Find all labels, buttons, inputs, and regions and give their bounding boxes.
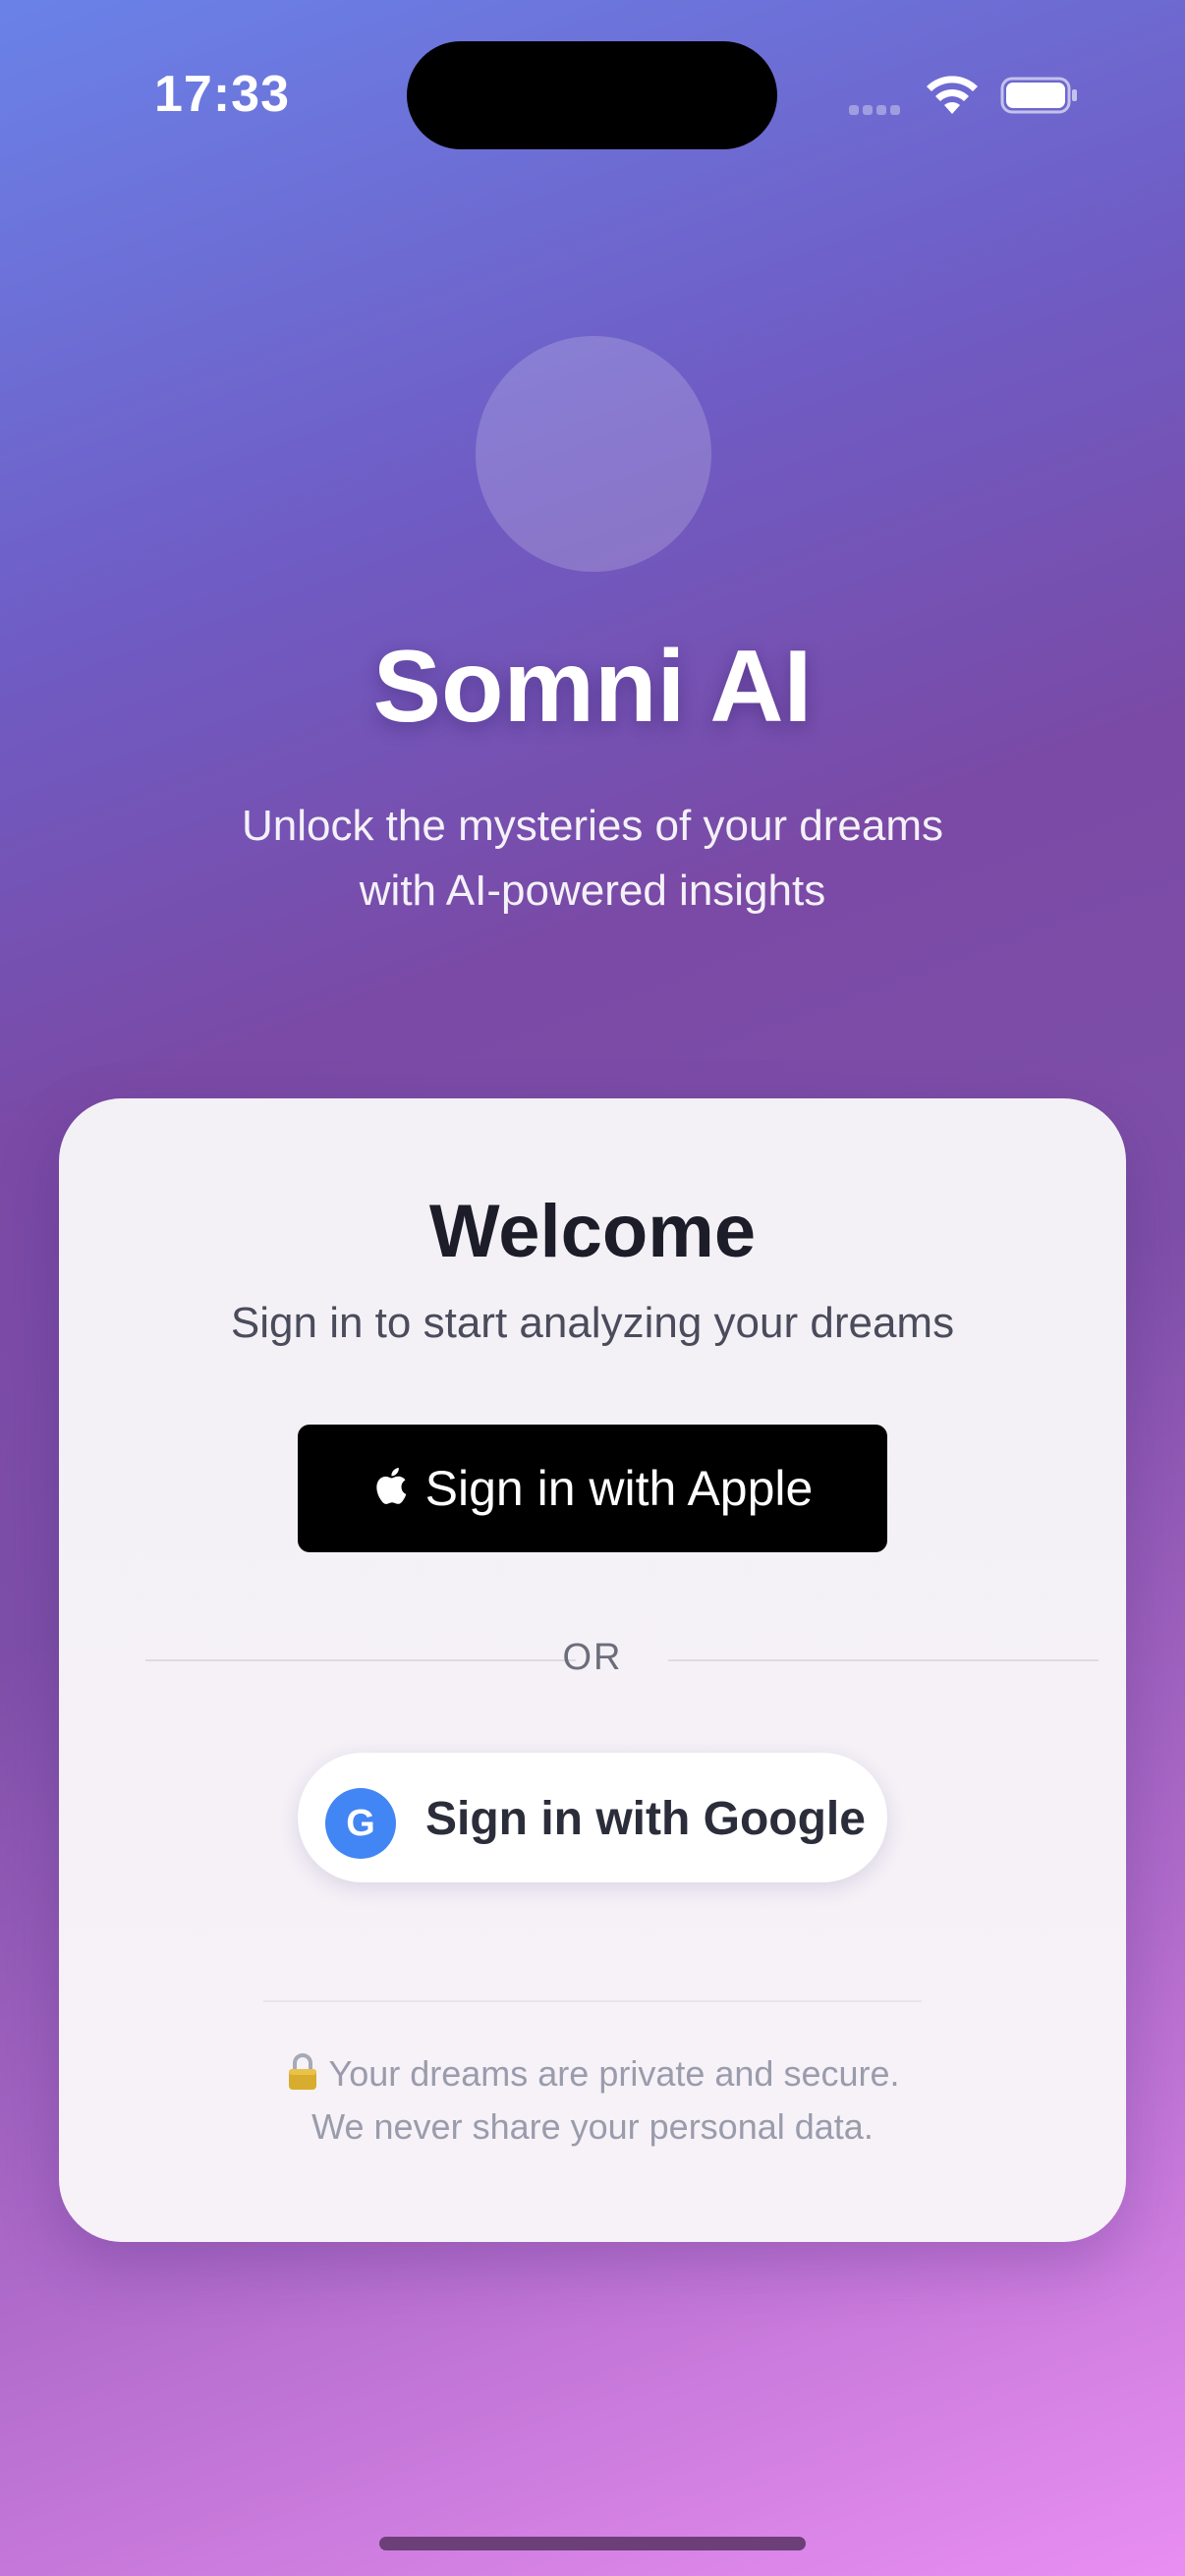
google-logo-icon: G — [325, 1788, 396, 1859]
footer-divider — [263, 2000, 922, 2002]
apple-button-label: Sign in with Apple — [424, 1461, 814, 1516]
app-logo — [476, 336, 711, 572]
sign-in-with-google-button[interactable]: G Sign in with Google — [298, 1753, 887, 1882]
app-subtitle-line-2: with AI-powered insights — [359, 867, 826, 915]
status-bar: 17:33 — [0, 0, 1185, 167]
app-subtitle: Unlock the mysteries of your dreams with… — [147, 794, 1038, 924]
cellular-signal-icon — [849, 102, 906, 115]
apple-logo-icon — [375, 1468, 406, 1504]
privacy-text-line-1: Your dreams are private and secure. — [328, 2053, 900, 2094]
card-subtitle: Sign in to start analyzing your dreams — [230, 1299, 955, 1347]
home-indicator[interactable] — [379, 2537, 806, 2550]
sign-in-with-apple-button[interactable]: Sign in with Apple — [298, 1425, 887, 1552]
status-time: 17:33 — [154, 66, 290, 123]
privacy-note: Your dreams are private and secure. We n… — [59, 2047, 1126, 2154]
sign-in-card: Welcome Sign in to start analyzing your … — [59, 1098, 1126, 2242]
app-title: Somni AI — [372, 630, 813, 744]
wifi-icon — [927, 76, 978, 114]
card-title: Welcome — [428, 1190, 757, 1273]
divider-line-right — [668, 1659, 1099, 1661]
battery-icon — [1000, 77, 1077, 114]
app-subtitle-line-1: Unlock the mysteries of your dreams — [241, 802, 944, 850]
dynamic-island — [407, 41, 777, 149]
crescent-moon-icon — [541, 402, 638, 495]
or-divider-label: OR — [562, 1637, 623, 1678]
privacy-text-line-2: We never share your personal data. — [311, 2106, 874, 2147]
google-button-label: Sign in with Google — [425, 1793, 866, 1845]
privacy-note-line-1: Your dreams are private and secure. — [59, 2047, 1126, 2100]
lock-icon — [288, 2053, 316, 2090]
